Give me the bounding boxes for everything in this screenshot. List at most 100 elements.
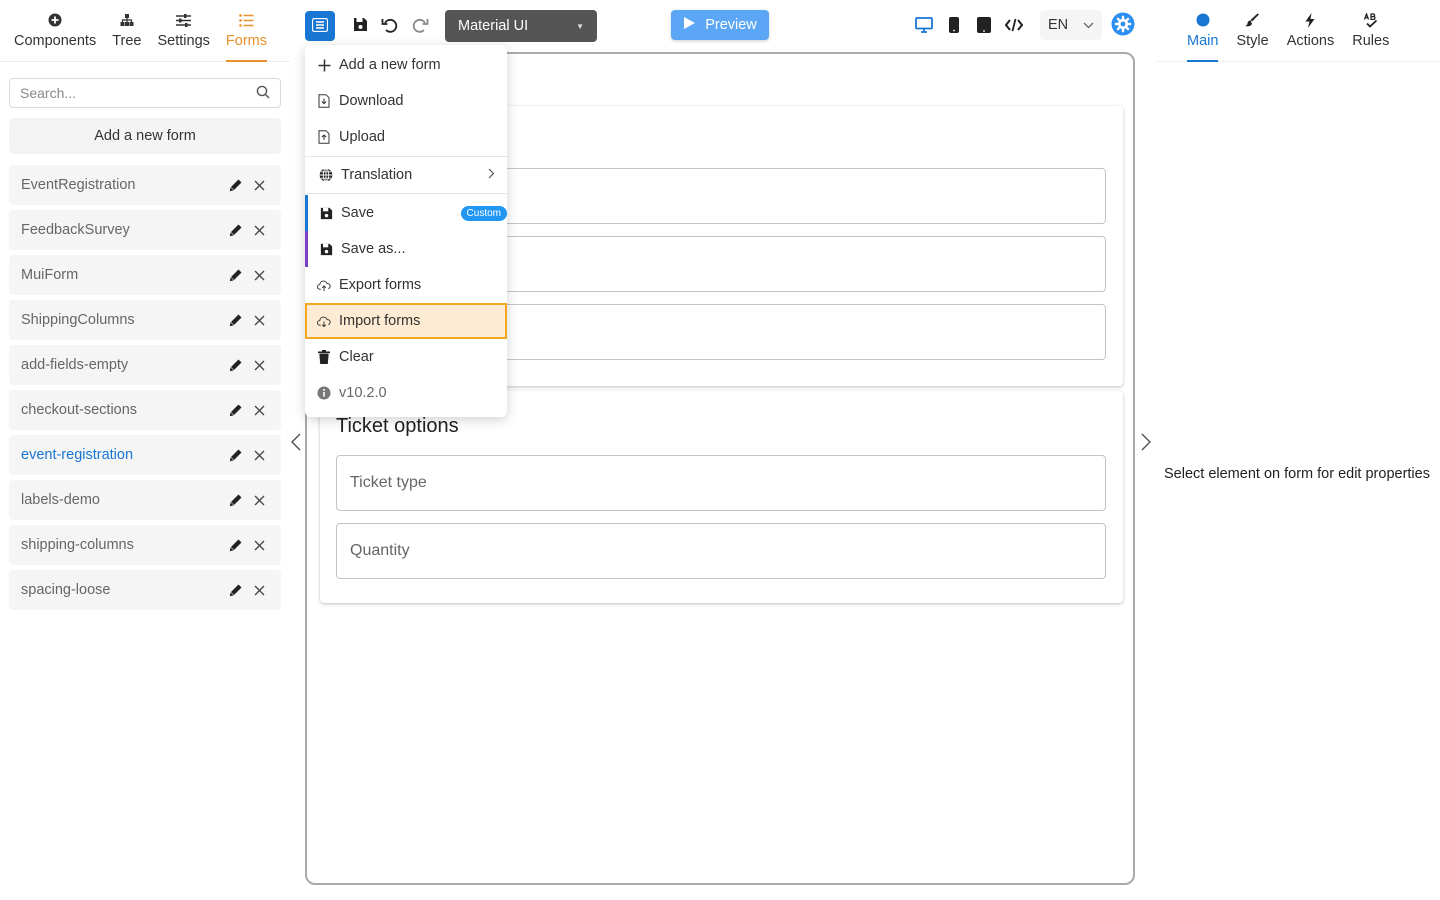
- collapse-left-panel-button[interactable]: [288, 432, 304, 454]
- menu-item-import-forms[interactable]: Import forms: [305, 303, 507, 339]
- pencil-icon[interactable]: [225, 580, 245, 600]
- form-name: ShippingColumns: [21, 312, 135, 328]
- search-icon[interactable]: [256, 85, 270, 102]
- form-list-item[interactable]: add-fields-empty: [9, 345, 281, 385]
- pencil-icon[interactable]: [225, 445, 245, 465]
- lightning-icon: [1302, 12, 1318, 28]
- form-list-item[interactable]: shipping-columns: [9, 525, 281, 565]
- save-toolbar-button[interactable]: [350, 16, 370, 36]
- menu-item-add-new-form[interactable]: Add a new form: [305, 47, 507, 83]
- form-list-item[interactable]: EventRegistration: [9, 165, 281, 205]
- menu-item-label: Save: [341, 205, 375, 221]
- form-list-item[interactable]: spacing-loose: [9, 570, 281, 610]
- ticket-type-field[interactable]: Ticket type: [336, 455, 1106, 511]
- close-icon[interactable]: [249, 310, 269, 330]
- menu-item-clear[interactable]: Clear: [305, 339, 507, 375]
- plus-icon: [317, 58, 331, 72]
- tab-components[interactable]: Components: [6, 0, 104, 61]
- preview-label: Preview: [705, 17, 757, 33]
- language-value: EN: [1048, 17, 1069, 33]
- chevron-right-icon: [488, 167, 495, 183]
- tablet-view-button[interactable]: [974, 15, 994, 37]
- tab-tree[interactable]: Tree: [104, 0, 149, 61]
- close-icon[interactable]: [249, 580, 269, 600]
- plus-circle-icon: [47, 12, 63, 28]
- form-list-item[interactable]: FeedbackSurvey: [9, 210, 281, 250]
- undo-icon: [381, 16, 399, 37]
- form-list-item[interactable]: event-registration: [9, 435, 281, 475]
- menu-item-save-as[interactable]: Save as...: [305, 231, 507, 267]
- pencil-icon[interactable]: [225, 175, 245, 195]
- language-select[interactable]: EN: [1040, 10, 1102, 40]
- menu-item-label: Download: [339, 93, 404, 109]
- preview-button[interactable]: Preview: [671, 10, 769, 40]
- menu-item-export-forms[interactable]: Export forms: [305, 267, 507, 303]
- redo-icon: [411, 16, 429, 37]
- main-menu-button[interactable]: [305, 11, 335, 41]
- close-icon[interactable]: [249, 535, 269, 555]
- play-icon: [683, 16, 696, 34]
- form-list: EventRegistration FeedbackSurvey MuiForm Sh…: [9, 165, 281, 615]
- form-list-item[interactable]: MuiForm: [9, 255, 281, 295]
- redo-button[interactable]: [409, 15, 431, 37]
- custom-badge: Custom: [460, 205, 507, 221]
- close-icon[interactable]: [249, 355, 269, 375]
- pencil-icon[interactable]: [225, 400, 245, 420]
- form-list-item[interactable]: checkout-sections: [9, 390, 281, 430]
- form-list-item[interactable]: labels-demo: [9, 480, 281, 520]
- quantity-field[interactable]: Quantity: [336, 523, 1106, 579]
- tab-label: Actions: [1286, 33, 1335, 49]
- main-menu-dropdown: Add a new form Download Upload Translati…: [305, 45, 507, 417]
- form-name: labels-demo: [21, 492, 100, 508]
- pencil-icon[interactable]: [225, 310, 245, 330]
- collapse-right-panel-button[interactable]: [1138, 432, 1154, 454]
- tab-rules[interactable]: Rules: [1343, 0, 1398, 61]
- menu-item-download[interactable]: Download: [305, 83, 507, 119]
- tab-settings[interactable]: Settings: [150, 0, 218, 61]
- menu-item-translation[interactable]: Translation: [305, 156, 507, 194]
- undo-button[interactable]: [379, 15, 401, 37]
- form-name: checkout-sections: [21, 402, 138, 418]
- close-icon[interactable]: [249, 220, 269, 240]
- pencil-icon[interactable]: [225, 355, 245, 375]
- close-icon[interactable]: [249, 490, 269, 510]
- form-section-ticket-options[interactable]: Ticket options Ticket type Quantity: [320, 391, 1123, 603]
- list-icon: [238, 12, 254, 28]
- field-label: Quantity: [350, 542, 410, 559]
- close-icon[interactable]: [249, 445, 269, 465]
- theme-select[interactable]: Material UI ▼: [445, 10, 597, 42]
- mobile-view-button[interactable]: [945, 15, 963, 37]
- menu-item-save[interactable]: Save Custom: [305, 195, 507, 231]
- pencil-icon[interactable]: [225, 220, 245, 240]
- desktop-view-button[interactable]: [913, 15, 935, 37]
- add-new-form-button[interactable]: Add a new form: [9, 118, 281, 154]
- menu-item-upload[interactable]: Upload: [305, 119, 507, 155]
- form-list-item[interactable]: ShippingColumns: [9, 300, 281, 340]
- tab-label: Forms: [225, 33, 267, 49]
- mobile-icon: [949, 16, 959, 36]
- form-name: shipping-columns: [21, 537, 134, 553]
- code-view-button[interactable]: [1003, 15, 1025, 37]
- caret-down-icon: ▼: [576, 21, 584, 31]
- close-icon[interactable]: [249, 175, 269, 195]
- properties-hint: Select element on form for edit properti…: [1164, 466, 1430, 482]
- tab-label: Main: [1187, 33, 1219, 49]
- menu-item-label: Upload: [339, 129, 385, 145]
- close-icon[interactable]: [249, 265, 269, 285]
- pencil-icon[interactable]: [225, 265, 245, 285]
- floppy-icon: [353, 17, 368, 35]
- theme-settings-button[interactable]: [1110, 12, 1136, 38]
- menu-item-label: Save as...: [341, 241, 406, 257]
- tab-style[interactable]: Style: [1227, 0, 1277, 61]
- menu-item-label: Export forms: [339, 277, 422, 293]
- tab-forms[interactable]: Forms: [218, 0, 275, 62]
- tab-actions[interactable]: Actions: [1278, 0, 1344, 61]
- tab-main[interactable]: Main: [1178, 0, 1227, 62]
- pencil-icon[interactable]: [225, 535, 245, 555]
- pencil-icon[interactable]: [225, 490, 245, 510]
- brush-icon: [1245, 12, 1261, 28]
- close-icon[interactable]: [249, 400, 269, 420]
- search-input[interactable]: [20, 85, 256, 101]
- menu-item-version: v10.2.0: [305, 375, 507, 411]
- right-tabs: Main Style Actions Rules: [1156, 0, 1440, 62]
